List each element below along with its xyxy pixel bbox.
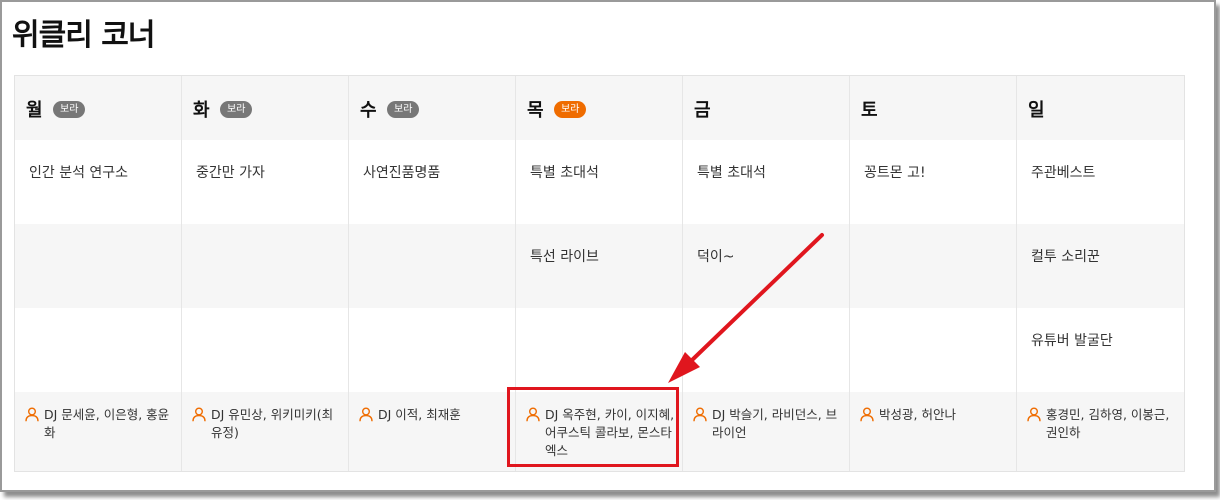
day-header: 화 보라 bbox=[182, 76, 348, 140]
program-cell bbox=[349, 224, 515, 308]
program-cell: 주관베스트 bbox=[1017, 140, 1184, 224]
person-icon bbox=[1027, 407, 1041, 422]
dj-cell: DJ 박슬기, 라비던스, 브라이언 bbox=[683, 392, 849, 471]
program-cell: 컬투 소리꾼 bbox=[1017, 224, 1184, 308]
dj-names: DJ 유민상, 위키미키(최유정) bbox=[211, 407, 334, 440]
day-column-sun: 일주관베스트컬투 소리꾼유튜버 발굴단홍경민, 김하영, 이봉근, 권인하 bbox=[1017, 76, 1184, 471]
program-cell: 사연진품명품 bbox=[349, 140, 515, 224]
program-cell: 특별 초대석 bbox=[683, 140, 849, 224]
day-name: 화 bbox=[193, 100, 210, 121]
day-name: 수 bbox=[360, 100, 377, 121]
program-title[interactable]: 꽁트몬 고! bbox=[864, 162, 926, 182]
dj-info: 홍경민, 김하영, 이봉근, 권인하 bbox=[1027, 406, 1177, 442]
day-header: 토 bbox=[850, 76, 1016, 140]
day-name: 금 bbox=[694, 100, 711, 121]
program-title[interactable]: 주관베스트 bbox=[1031, 162, 1095, 182]
dj-names: DJ 문세윤, 이은형, 홍윤화 bbox=[44, 407, 170, 440]
program-title[interactable]: 특별 초대석 bbox=[697, 162, 766, 182]
day-header: 수 보라 bbox=[349, 76, 515, 140]
day-column-mon: 월 보라인간 분석 연구소 DJ 문세윤, 이은형, 홍윤화 bbox=[15, 76, 182, 471]
day-column-wed: 수 보라사연진품명품 DJ 이적, 최재훈 bbox=[349, 76, 516, 471]
dj-info: DJ 이적, 최재훈 bbox=[359, 406, 509, 424]
day-header: 일 bbox=[1017, 76, 1184, 140]
program-cell bbox=[349, 308, 515, 392]
program-title[interactable]: 인간 분석 연구소 bbox=[29, 162, 128, 182]
person-icon bbox=[359, 407, 373, 422]
dj-info: DJ 박슬기, 라비던스, 브라이언 bbox=[693, 406, 843, 442]
program-title[interactable]: 특선 라이브 bbox=[530, 246, 599, 266]
dj-cell: DJ 이적, 최재훈 bbox=[349, 392, 515, 471]
program-title[interactable]: 특별 초대석 bbox=[530, 162, 599, 182]
dj-names: 홍경민, 김하영, 이봉근, 권인하 bbox=[1046, 407, 1170, 440]
person-icon bbox=[25, 407, 39, 422]
person-icon bbox=[860, 407, 874, 422]
dj-cell: 박성광, 허안나 bbox=[850, 392, 1016, 471]
dj-names: DJ 박슬기, 라비던스, 브라이언 bbox=[712, 407, 838, 440]
program-cell: 중간만 가자 bbox=[182, 140, 348, 224]
dj-cell: DJ 유민상, 위키미키(최유정) bbox=[182, 392, 348, 471]
day-name: 목 bbox=[527, 100, 544, 121]
program-cell bbox=[683, 308, 849, 392]
bora-badge[interactable]: 보라 bbox=[387, 101, 420, 118]
dj-info: 박성광, 허안나 bbox=[860, 406, 1010, 424]
program-cell: 특선 라이브 bbox=[516, 224, 682, 308]
bora-badge[interactable]: 보라 bbox=[554, 101, 587, 118]
dj-names: DJ 이적, 최재훈 bbox=[378, 407, 461, 422]
program-cell: 특별 초대석 bbox=[516, 140, 682, 224]
day-name: 월 bbox=[26, 100, 43, 121]
program-title[interactable]: 중간만 가자 bbox=[196, 162, 265, 182]
day-column-sat: 토꽁트몬 고! 박성광, 허안나 bbox=[850, 76, 1017, 471]
program-title[interactable]: 유튜버 발굴단 bbox=[1031, 330, 1113, 350]
program-cell: 인간 분석 연구소 bbox=[15, 140, 181, 224]
program-cell: 꽁트몬 고! bbox=[850, 140, 1016, 224]
program-cell bbox=[182, 224, 348, 308]
program-cell: 유튜버 발굴단 bbox=[1017, 308, 1184, 392]
program-title[interactable]: 컬투 소리꾼 bbox=[1031, 246, 1100, 266]
program-cell bbox=[850, 224, 1016, 308]
program-cell bbox=[15, 224, 181, 308]
day-header: 월 보라 bbox=[15, 76, 181, 140]
program-cell bbox=[15, 308, 181, 392]
day-column-fri: 금특별 초대석덕이~ DJ 박슬기, 라비던스, 브라이언 bbox=[683, 76, 850, 471]
day-column-tue: 화 보라중간만 가자 DJ 유민상, 위키미키(최유정) bbox=[182, 76, 349, 471]
program-cell bbox=[516, 308, 682, 392]
day-name: 토 bbox=[861, 100, 878, 121]
program-title[interactable]: 덕이~ bbox=[697, 246, 735, 266]
program-cell bbox=[850, 308, 1016, 392]
day-header: 목 보라 bbox=[516, 76, 682, 140]
highlight-box bbox=[507, 387, 679, 467]
day-header: 금 bbox=[683, 76, 849, 140]
dj-cell: 홍경민, 김하영, 이봉근, 권인하 bbox=[1017, 392, 1184, 471]
page-title: 위클리 코너 bbox=[12, 18, 155, 53]
bora-badge[interactable]: 보라 bbox=[220, 101, 253, 118]
dj-cell: DJ 문세윤, 이은형, 홍윤화 bbox=[15, 392, 181, 471]
dj-info: DJ 문세윤, 이은형, 홍윤화 bbox=[25, 406, 175, 442]
dj-names: 박성광, 허안나 bbox=[879, 407, 956, 422]
program-cell: 덕이~ bbox=[683, 224, 849, 308]
person-icon bbox=[192, 407, 206, 422]
person-icon bbox=[693, 407, 707, 422]
program-title[interactable]: 사연진품명품 bbox=[363, 162, 440, 182]
dj-info: DJ 유민상, 위키미키(최유정) bbox=[192, 406, 342, 442]
day-name: 일 bbox=[1028, 100, 1045, 121]
bora-badge[interactable]: 보라 bbox=[53, 101, 86, 118]
program-cell bbox=[182, 308, 348, 392]
